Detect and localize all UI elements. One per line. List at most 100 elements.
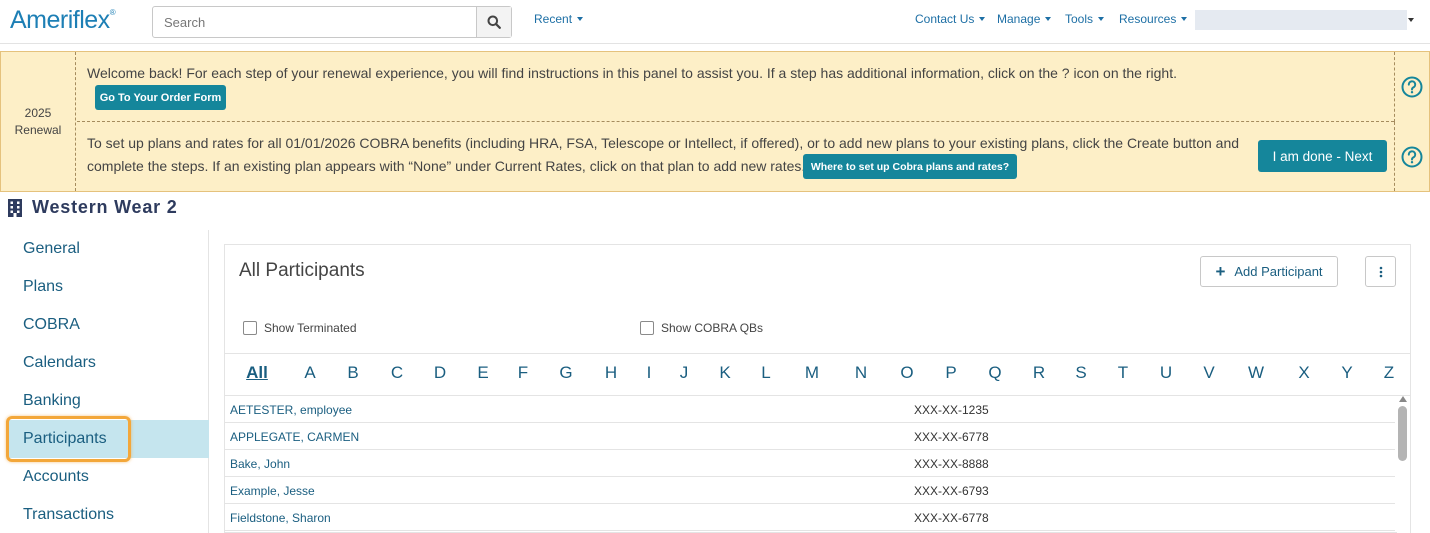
participants-highlight <box>6 416 131 462</box>
letter-filter-b[interactable]: B <box>341 363 365 383</box>
add-participant-button[interactable]: + Add Participant <box>1200 256 1338 287</box>
letter-filter-h[interactable]: H <box>599 363 623 383</box>
logo-registered-mark: ® <box>109 8 116 17</box>
letter-filter-x[interactable]: X <box>1292 363 1316 383</box>
vertical-ellipsis-icon <box>1379 266 1382 277</box>
letter-filter-f[interactable]: F <box>511 363 535 383</box>
letter-filter-l[interactable]: L <box>754 363 778 383</box>
participant-name-link[interactable]: Example, Jesse <box>230 484 315 498</box>
show-terminated-label: Show Terminated <box>264 321 357 335</box>
participant-ssn: XXX-XX-6778 <box>914 430 989 444</box>
letter-filter-n[interactable]: N <box>849 363 873 383</box>
participant-ssn: XXX-XX-6778 <box>914 511 989 525</box>
table-row[interactable]: APPLEGATE, CARMEN XXX-XX-6778 <box>225 423 1395 450</box>
renewal-banner: 2025 Renewal Welcome back! For each step… <box>0 51 1430 192</box>
sidebar-item-general[interactable]: General <box>8 230 209 268</box>
letter-filter-i[interactable]: I <box>637 363 661 383</box>
tools-menu[interactable]: Tools <box>1065 12 1105 26</box>
letter-filter-all[interactable]: All <box>242 363 272 383</box>
chevron-down-icon <box>1098 16 1105 21</box>
user-menu[interactable] <box>1195 10 1407 30</box>
sidebar-item-plans[interactable]: Plans <box>8 268 209 306</box>
chevron-down-icon <box>577 16 584 21</box>
table-row[interactable]: Bake, John XXX-XX-8888 <box>225 450 1395 477</box>
show-terminated-option[interactable]: Show Terminated <box>243 321 357 335</box>
manage-label: Manage <box>997 12 1041 26</box>
renewal-step-cobra: To set up plans and rates for all 01/01/… <box>77 122 1394 191</box>
chevron-down-icon <box>979 16 986 21</box>
show-cobra-qbs-option[interactable]: Show COBRA QBs <box>640 321 763 335</box>
company-name: Western Wear 2 <box>32 197 178 217</box>
letter-filter-u[interactable]: U <box>1154 363 1178 383</box>
scrollbar-thumb[interactable] <box>1398 406 1407 461</box>
renewal-text: Renewal <box>14 122 62 137</box>
sidebar-item-cobra[interactable]: COBRA <box>8 306 209 344</box>
letter-filter-r[interactable]: R <box>1027 363 1051 383</box>
letter-filter-m[interactable]: M <box>800 363 824 383</box>
chevron-down-icon <box>1045 16 1052 21</box>
top-navbar: Ameriflex® Recent Contact Us Manage Tool… <box>0 0 1430 44</box>
more-options-button[interactable] <box>1365 256 1396 287</box>
search-button[interactable] <box>476 7 511 37</box>
company-heading: Western Wear 2 <box>8 197 178 218</box>
search-icon <box>487 15 501 29</box>
ameriflex-logo[interactable]: Ameriflex® <box>10 6 116 35</box>
done-next-button[interactable]: I am done - Next <box>1258 140 1387 172</box>
participant-name-link[interactable]: AETESTER, employee <box>230 403 352 417</box>
sidebar-item-transactions[interactable]: Transactions <box>8 496 209 533</box>
show-terminated-checkbox[interactable] <box>243 321 257 335</box>
help-cell-1 <box>1394 52 1429 122</box>
recent-label: Recent <box>534 12 573 26</box>
letter-filter-v[interactable]: V <box>1197 363 1221 383</box>
letter-filter-c[interactable]: C <box>385 363 409 383</box>
scroll-up-arrow-icon[interactable] <box>1399 396 1407 402</box>
cobra-setup-help-button[interactable]: Where to set up Cobra plans and rates? <box>803 154 1017 179</box>
sidebar-nav: General Plans COBRA Calendars Banking Pa… <box>8 230 209 533</box>
search-bar <box>152 6 512 38</box>
logo-text: Ameriflex <box>10 6 110 34</box>
contact-us-menu[interactable]: Contact Us <box>915 12 986 26</box>
sidebar-item-calendars[interactable]: Calendars <box>8 344 209 382</box>
tools-label: Tools <box>1065 12 1094 26</box>
letter-filter-o[interactable]: O <box>895 363 919 383</box>
renewal-step-welcome: Welcome back! For each step of your rene… <box>77 52 1394 122</box>
question-circle-icon[interactable] <box>1401 146 1423 168</box>
letter-filter-a[interactable]: A <box>298 363 322 383</box>
participant-name-link[interactable]: Bake, John <box>230 457 290 471</box>
letter-filter-k[interactable]: K <box>713 363 737 383</box>
letter-filter-d[interactable]: D <box>428 363 452 383</box>
manage-menu[interactable]: Manage <box>997 12 1052 26</box>
resources-menu[interactable]: Resources <box>1119 12 1188 26</box>
order-form-button[interactable]: Go To Your Order Form <box>95 85 226 110</box>
building-icon <box>8 198 22 217</box>
sidebar-item-banking[interactable]: Banking <box>8 382 209 420</box>
renewal-year: 2025 <box>24 105 52 120</box>
letter-filter-w[interactable]: W <box>1244 363 1268 383</box>
letter-filter-z[interactable]: Z <box>1377 363 1401 383</box>
show-cobra-qbs-checkbox[interactable] <box>640 321 654 335</box>
letter-filter-p[interactable]: P <box>939 363 963 383</box>
participant-name-link[interactable]: APPLEGATE, CARMEN <box>230 430 359 444</box>
list-scrollbar[interactable] <box>1397 396 1410 533</box>
help-cell-2 <box>1394 122 1429 191</box>
page-title: All Participants <box>239 260 365 281</box>
table-row[interactable]: Fieldstone, Sharon XXX-XX-6778 <box>225 504 1395 531</box>
letter-filter-t[interactable]: T <box>1111 363 1135 383</box>
user-menu-chevron-icon[interactable] <box>1408 18 1414 22</box>
letter-filter-y[interactable]: Y <box>1335 363 1359 383</box>
search-input[interactable] <box>153 7 476 37</box>
participants-panel: All Participants + Add Participant Show … <box>224 244 1411 533</box>
letter-filter-q[interactable]: Q <box>983 363 1007 383</box>
show-cobra-qbs-label: Show COBRA QBs <box>661 321 764 335</box>
sidebar-item-accounts[interactable]: Accounts <box>8 458 209 496</box>
letter-filter-e[interactable]: E <box>471 363 495 383</box>
letter-filter-g[interactable]: G <box>554 363 578 383</box>
table-row[interactable]: AETESTER, employee XXX-XX-1235 <box>225 396 1395 423</box>
question-circle-icon[interactable] <box>1401 76 1423 98</box>
participant-name-link[interactable]: Fieldstone, Sharon <box>230 511 331 525</box>
letter-filter-s[interactable]: S <box>1069 363 1093 383</box>
letter-filter-j[interactable]: J <box>672 363 696 383</box>
recent-menu[interactable]: Recent <box>534 12 584 26</box>
add-participant-label: Add Participant <box>1234 264 1323 279</box>
table-row[interactable]: Example, Jesse XXX-XX-6793 <box>225 477 1395 504</box>
